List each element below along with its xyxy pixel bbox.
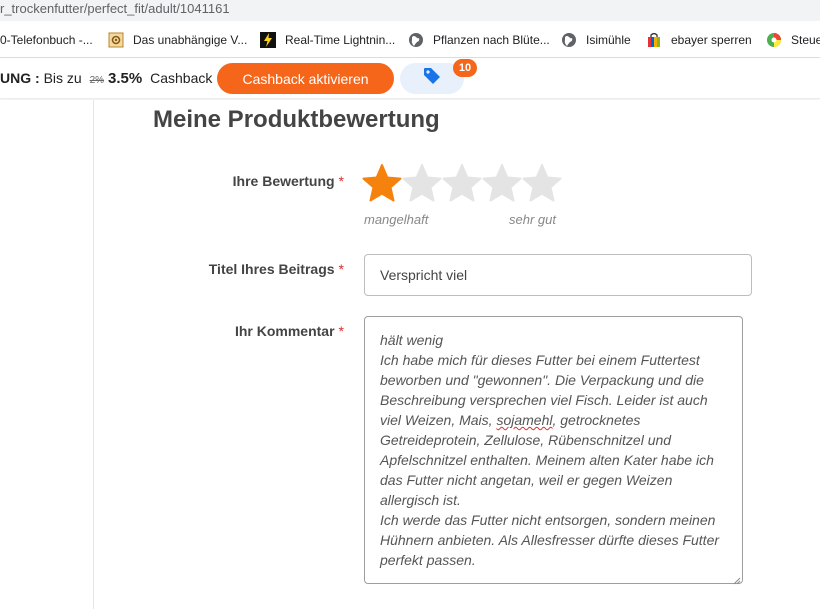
bookmark-label: Das unabhängige V... [133,32,248,47]
shopping-bag-icon [646,32,662,48]
comment-label: Ihr Kommentar * [235,323,344,339]
resize-handle-icon[interactable] [731,572,741,585]
star-icon[interactable] [482,163,522,205]
bookmark-label: Steue [791,32,820,47]
comment-label-text: Ihr Kommentar [234,323,335,339]
cashback-extension-bar: UNG : Bis zu 2% 3.5% Cashback Cashback ak… [0,58,820,99]
review-comment-textarea[interactable]: hält wenig Ich habe mich für dieses Futt… [364,316,743,584]
rating-low-label: mangelhaft [364,212,429,227]
star-icon[interactable] [442,163,482,205]
rating-label-text: Ihre Bewertung [232,173,335,189]
cashback-info: UNG : Bis zu 2% 3.5% Cashback [0,70,212,87]
cashback-activate-button[interactable]: Cashback aktivieren [217,63,394,94]
required-mark: * [338,323,344,339]
color-wheel-icon [766,32,782,48]
bookmark-real-time-lightning[interactable]: Real-Time Lightnin... [260,21,396,57]
bookmark-das-unabhaengige[interactable]: Das unabhängige V... [108,21,248,57]
lightning-icon [260,31,276,48]
gear-favicon-icon [108,32,124,48]
star-icon[interactable] [522,163,562,205]
star-rating [362,163,562,205]
rating-label: Ihre Bewertung * [233,173,344,189]
review-title-input[interactable] [364,254,752,296]
bookmark-steuer[interactable]: Steue [766,21,820,57]
review-page: Meine Produktbewertung Ihre Bewertung * m… [0,100,820,609]
coupon-count-badge: 10 [453,59,477,77]
bookmark-label: Real-Time Lightnin... [285,32,396,47]
required-mark: * [338,173,344,189]
url-text: r_trockenfutter/perfect_fit/adult/104116… [0,1,230,16]
bookmark-label: 0-Telefonbuch -... [0,32,93,47]
globe-icon [561,32,577,48]
cashback-old-rate: 2% [89,75,105,86]
bookmark-telefonbuch[interactable]: 0-Telefonbuch -... [0,21,93,57]
cashback-prefix: UNG : [0,70,40,86]
star-icon[interactable] [362,163,402,205]
rating-high-label: sehr gut [509,212,556,227]
bookmark-label: ebayer sperren [671,32,752,47]
misspelled-word: sojamehl [496,412,553,428]
title-label: Titel Ihres Beitrags * [209,261,344,277]
comment-line: hält wenig [380,332,444,348]
bookmark-label: Isimühle [586,32,631,47]
bookmark-isimuehle[interactable]: Isimühle [561,21,631,57]
title-label-text: Titel Ihres Beitrags [208,261,335,277]
cashback-rate: 3.5% [108,70,143,87]
bookmark-pflanzen[interactable]: Pflanzen nach Blüte... [408,21,550,57]
star-icon[interactable] [402,163,442,205]
comment-paragraph: Ich habe mich für dieses Futter bei eine… [380,350,727,510]
globe-icon [408,32,424,48]
address-bar[interactable]: r_trockenfutter/perfect_fit/adult/104116… [0,0,820,21]
bookmark-ebayer-sperren[interactable]: ebayer sperren [646,21,752,57]
bookmark-label: Pflanzen nach Blüte... [433,32,550,47]
bookmarks-bar: 0-Telefonbuch -... Das unabhängige V... … [0,21,820,58]
cashback-bis-text: Bis zu [43,70,82,86]
page-title: Meine Produktbewertung [153,106,440,133]
required-mark: * [338,261,344,277]
price-tag-icon [422,66,442,91]
comment-paragraph: Ich werde das Futter nicht entsorgen, so… [380,512,720,568]
cashback-label: Cashback [150,70,213,86]
